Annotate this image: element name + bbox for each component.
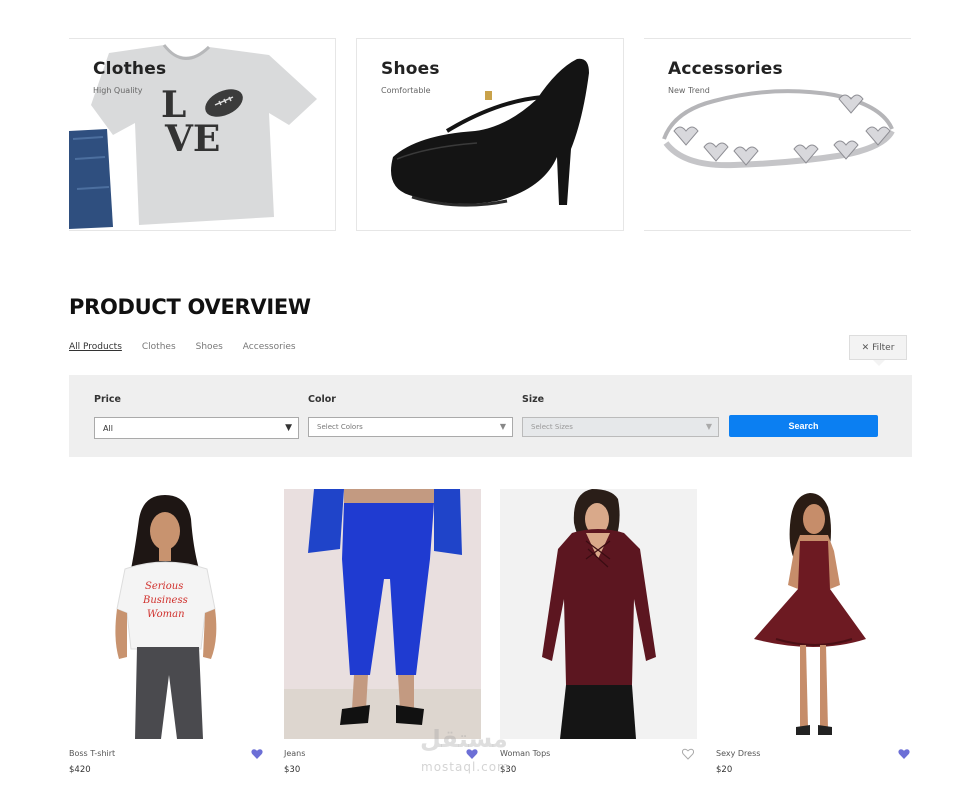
watermark-text: mostaql.com xyxy=(421,760,510,774)
banner-title: Accessories xyxy=(668,59,783,79)
svg-text:Serious: Serious xyxy=(145,581,183,592)
price-select-value: All xyxy=(103,423,113,433)
heart-icon[interactable] xyxy=(898,748,910,760)
product-image[interactable] xyxy=(284,489,481,739)
size-select-placeholder: Select Sizes xyxy=(531,423,573,431)
banner-accessories[interactable]: Accessories New Trend xyxy=(644,38,911,231)
banner-clothes[interactable]: L VE Clothes High Quality xyxy=(69,38,336,231)
size-select[interactable]: Select Sizes ▼ xyxy=(522,417,719,437)
size-label: Size xyxy=(522,394,545,405)
product-price: $20 xyxy=(716,765,733,775)
filter-pointer xyxy=(873,360,885,366)
price-label: Price xyxy=(94,394,121,405)
color-label: Color xyxy=(308,394,336,405)
product-name[interactable]: Boss T-shirt xyxy=(69,749,115,758)
close-icon: ✕ xyxy=(861,342,870,353)
watermark-logo: مستقل xyxy=(420,725,508,753)
heart-icon[interactable] xyxy=(251,748,263,760)
color-select[interactable]: Select Colors ▼ xyxy=(308,417,513,437)
section-title: PRODUCT OVERVIEW xyxy=(69,295,311,319)
caret-down-icon: ▼ xyxy=(499,422,506,431)
svg-text:VE: VE xyxy=(164,118,220,160)
category-tabs: All Products Clothes Shoes Accessories xyxy=(69,342,316,352)
product-card[interactable]: Serious Business Woman Boss T-shirt $420 xyxy=(69,489,266,775)
tab-all-products[interactable]: All Products xyxy=(69,342,122,352)
banner-subtitle: High Quality xyxy=(93,86,143,95)
product-price: $30 xyxy=(284,765,301,775)
banner-title: Shoes xyxy=(381,59,440,79)
color-select-placeholder: Select Colors xyxy=(317,423,363,431)
caret-down-icon: ▼ xyxy=(285,423,292,433)
filter-panel: Price All ▼ Color Select Colors ▼ Size S… xyxy=(69,375,912,457)
product-name[interactable]: Jeans xyxy=(284,749,305,758)
product-image[interactable] xyxy=(500,489,697,739)
product-price: $420 xyxy=(69,765,91,775)
search-button[interactable]: Search xyxy=(729,415,878,437)
product-card[interactable]: Sexy Dress $20 xyxy=(716,489,913,775)
product-card[interactable]: Jeans $30 xyxy=(284,489,481,775)
product-card[interactable]: Woman Tops $30 xyxy=(500,489,697,775)
heart-outline-icon[interactable] xyxy=(682,748,694,760)
filter-toggle-button[interactable]: ✕ Filter xyxy=(849,335,907,360)
tab-accessories[interactable]: Accessories xyxy=(243,342,296,352)
banner-shoes[interactable]: Shoes Comfortable xyxy=(356,38,624,231)
tab-clothes[interactable]: Clothes xyxy=(142,342,176,352)
banner-subtitle: Comfortable xyxy=(381,86,431,95)
tab-shoes[interactable]: Shoes xyxy=(196,342,223,352)
product-image[interactable] xyxy=(716,489,913,739)
banner-subtitle: New Trend xyxy=(668,86,710,95)
product-image[interactable]: Serious Business Woman xyxy=(69,489,266,739)
price-select[interactable]: All ▼ xyxy=(94,417,299,439)
svg-text:Woman: Woman xyxy=(147,609,185,620)
caret-down-icon: ▼ xyxy=(705,422,712,431)
filter-button-label: Filter xyxy=(872,342,895,353)
banner-title: Clothes xyxy=(93,59,167,79)
product-name[interactable]: Sexy Dress xyxy=(716,749,760,758)
svg-text:Business: Business xyxy=(142,595,188,606)
